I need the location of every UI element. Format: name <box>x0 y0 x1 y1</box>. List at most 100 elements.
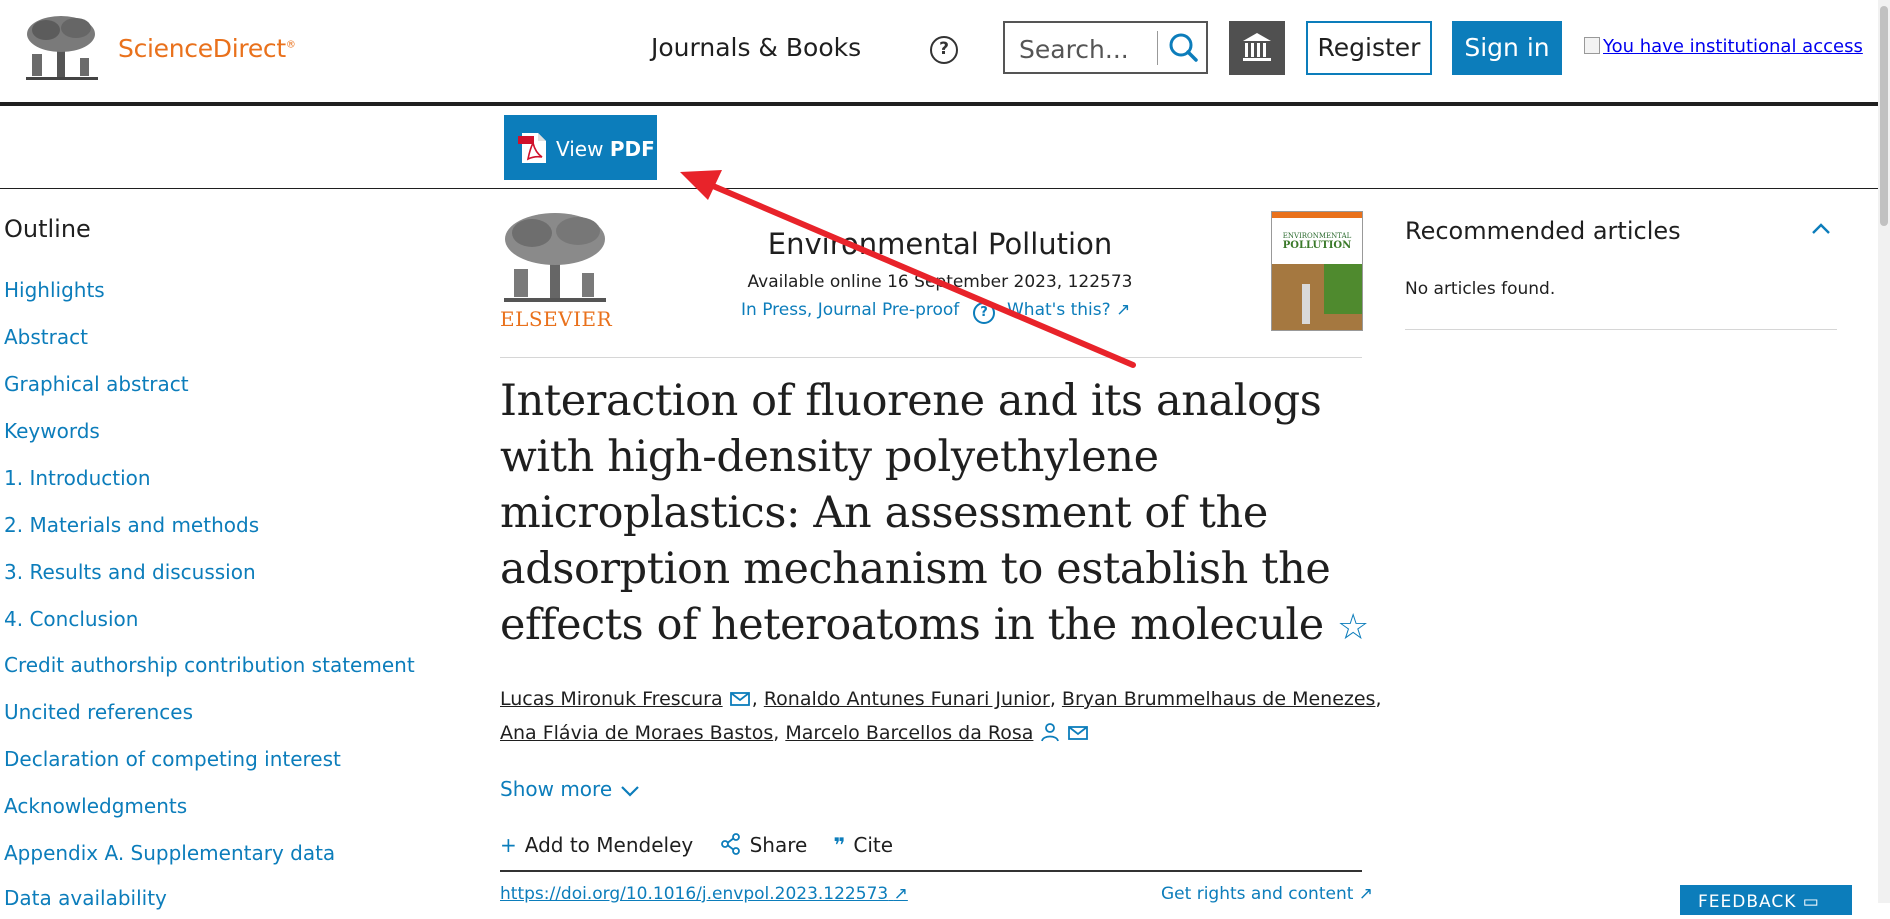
recommended-divider <box>1405 329 1837 330</box>
elsevier-logo[interactable]: ELSEVIER <box>500 211 612 331</box>
search-divider <box>1157 31 1158 65</box>
author-separator: , <box>1049 688 1062 710</box>
view-pdf-label: View PDF <box>556 137 655 161</box>
sciencedirect-logo[interactable]: ScienceDirect® <box>118 34 296 63</box>
outline-item-competing-interest[interactable]: Declaration of competing interest <box>4 747 341 771</box>
email-icon[interactable] <box>728 690 752 708</box>
outline-item-materials-methods[interactable]: 2. Materials and methods <box>4 513 259 537</box>
author-link[interactable]: Marcelo Barcellos da Rosa <box>785 722 1033 744</box>
author-separator: , <box>773 722 786 744</box>
recommended-empty-message: No articles found. <box>1405 279 1556 299</box>
elsevier-tree-logo[interactable] <box>24 14 100 82</box>
share-icon <box>720 833 740 855</box>
register-button[interactable]: Register <box>1306 21 1432 75</box>
article-title: Interaction of fluorene and its analogs … <box>500 373 1380 656</box>
view-word: View <box>556 137 610 161</box>
institutional-access-link[interactable]: You have institutional access <box>1584 36 1863 57</box>
page-scrollbar[interactable] <box>1878 0 1890 903</box>
cite-button[interactable]: ❞ Cite <box>834 833 893 857</box>
search-box <box>1003 21 1208 74</box>
outline-item-abstract[interactable]: Abstract <box>4 325 88 349</box>
doi-link[interactable]: https://doi.org/10.1016/j.envpol.2023.12… <box>500 884 908 904</box>
cover-photo-water <box>1302 284 1310 324</box>
add-to-mendeley-button[interactable]: + Add to Mendeley <box>500 833 693 857</box>
author-link[interactable]: Bryan Brummelhaus de Menezes <box>1062 688 1376 710</box>
author-link[interactable]: Lucas Mironuk Frescura <box>500 688 723 710</box>
recommended-articles-title: Recommended articles <box>1405 217 1681 245</box>
broken-image-icon <box>1584 37 1600 54</box>
show-more-label: Show more <box>500 777 613 801</box>
rights-label: Get rights and content <box>1161 884 1354 904</box>
feedback-label: FEEDBACK <box>1698 892 1797 912</box>
outline-title: Outline <box>4 215 91 243</box>
author-separator: , <box>751 688 764 710</box>
article-title-text: Interaction of fluorene and its analogs … <box>500 376 1331 650</box>
scrollbar-thumb[interactable] <box>1880 6 1888 226</box>
search-input[interactable] <box>1017 33 1156 65</box>
question-circle-icon: ? <box>973 302 995 324</box>
star-icon[interactable]: ☆ <box>1337 607 1369 648</box>
outline-item-keywords[interactable]: Keywords <box>4 419 100 443</box>
pdf-file-icon <box>518 133 546 163</box>
author-separator: , <box>1375 688 1382 710</box>
author-link[interactable]: Ana Flávia de Moraes Bastos <box>500 722 773 744</box>
view-pdf-button[interactable]: View PDF <box>504 115 657 180</box>
feedback-button[interactable]: FEEDBACK ▭ <box>1680 885 1852 915</box>
outline-item-data-availability[interactable]: Data availability <box>4 886 167 910</box>
outline-item-acknowledgments[interactable]: Acknowledgments <box>4 794 187 818</box>
show-more-button[interactable]: Show more <box>500 777 641 801</box>
institution-button[interactable] <box>1229 21 1285 75</box>
cover-title-large: POLLUTION <box>1282 240 1352 251</box>
in-press-status-link[interactable]: In Press, Journal Pre-proof <box>741 300 959 320</box>
journal-name-link[interactable]: Environmental Pollution <box>700 227 1180 261</box>
whats-this-link[interactable]: What's this? ↗ <box>1007 300 1130 320</box>
availability-date: Available online 16 September 2023, 1225… <box>747 272 1133 292</box>
actions-divider <box>500 870 1362 872</box>
quote-icon: ❞ <box>833 833 846 857</box>
outline-item-graphical-abstract[interactable]: Graphical abstract <box>4 372 189 396</box>
share-button[interactable]: Share <box>720 833 808 857</box>
elsevier-tree-icon <box>504 213 606 302</box>
institutional-access-label: You have institutional access <box>1603 36 1863 57</box>
external-link-icon: ↗ <box>893 884 908 904</box>
nav-journals-books[interactable]: Journals & Books <box>651 33 861 62</box>
author-link[interactable]: Ronaldo Antunes Funari Junior <box>764 688 1050 710</box>
outline-item-appendix-a[interactable]: Appendix A. Supplementary data <box>4 841 335 865</box>
external-link-icon: ↗ <box>1358 884 1374 904</box>
whats-this-label: What's this? <box>1007 300 1111 320</box>
outline-item-credit-statement[interactable]: Credit authorship contribution statement <box>4 653 415 677</box>
outline-item-conclusion[interactable]: 4. Conclusion <box>4 607 138 631</box>
sign-in-button[interactable]: Sign in <box>1452 21 1562 75</box>
brand-registered-mark: ® <box>285 39 296 51</box>
chevron-down-icon <box>620 786 639 797</box>
chevron-up-icon[interactable] <box>1810 218 1832 240</box>
person-icon[interactable] <box>1039 722 1061 742</box>
journal-cover-image[interactable]: ENVIRONMENTAL POLLUTION <box>1271 211 1363 331</box>
doi-text: https://doi.org/10.1016/j.envpol.2023.12… <box>500 884 889 904</box>
cover-header-band <box>1272 212 1362 218</box>
author-list-line-2: Ana Flávia de Moraes Bastos, Marcelo Bar… <box>500 722 1090 744</box>
pdf-word: PDF <box>609 137 655 161</box>
article-toolbar: View PDF <box>0 106 1878 189</box>
external-link-icon: ↗ <box>1116 300 1131 320</box>
add-to-mendeley-label: Add to Mendeley <box>524 833 694 857</box>
outline-item-uncited-references[interactable]: Uncited references <box>4 700 193 724</box>
site-header: ScienceDirect® Journals & Books ? Regist… <box>0 0 1878 106</box>
rights-content-link[interactable]: Get rights and content ↗ <box>1161 884 1373 904</box>
cover-title-small: ENVIRONMENTAL <box>1282 232 1352 240</box>
chat-icon: ▭ <box>1802 892 1820 912</box>
email-icon[interactable] <box>1066 724 1090 742</box>
author-list-line-1: Lucas Mironuk Frescura , Ronaldo Antunes… <box>500 688 1382 710</box>
share-label: Share <box>749 833 808 857</box>
outline-item-introduction[interactable]: 1. Introduction <box>4 466 151 490</box>
outline-item-results-discussion[interactable]: 3. Results and discussion <box>4 560 256 584</box>
search-icon[interactable] <box>1163 29 1203 67</box>
outline-item-highlights[interactable]: Highlights <box>4 278 105 302</box>
help-icon[interactable]: ? <box>930 36 958 64</box>
header-divider <box>500 357 1362 358</box>
cite-label: Cite <box>853 833 894 857</box>
brand-label: ScienceDirect <box>118 34 286 63</box>
article-actions: + Add to Mendeley Share ❞ Cite <box>500 833 913 857</box>
cover-photo-green <box>1324 264 1362 314</box>
institution-icon <box>1243 33 1271 61</box>
